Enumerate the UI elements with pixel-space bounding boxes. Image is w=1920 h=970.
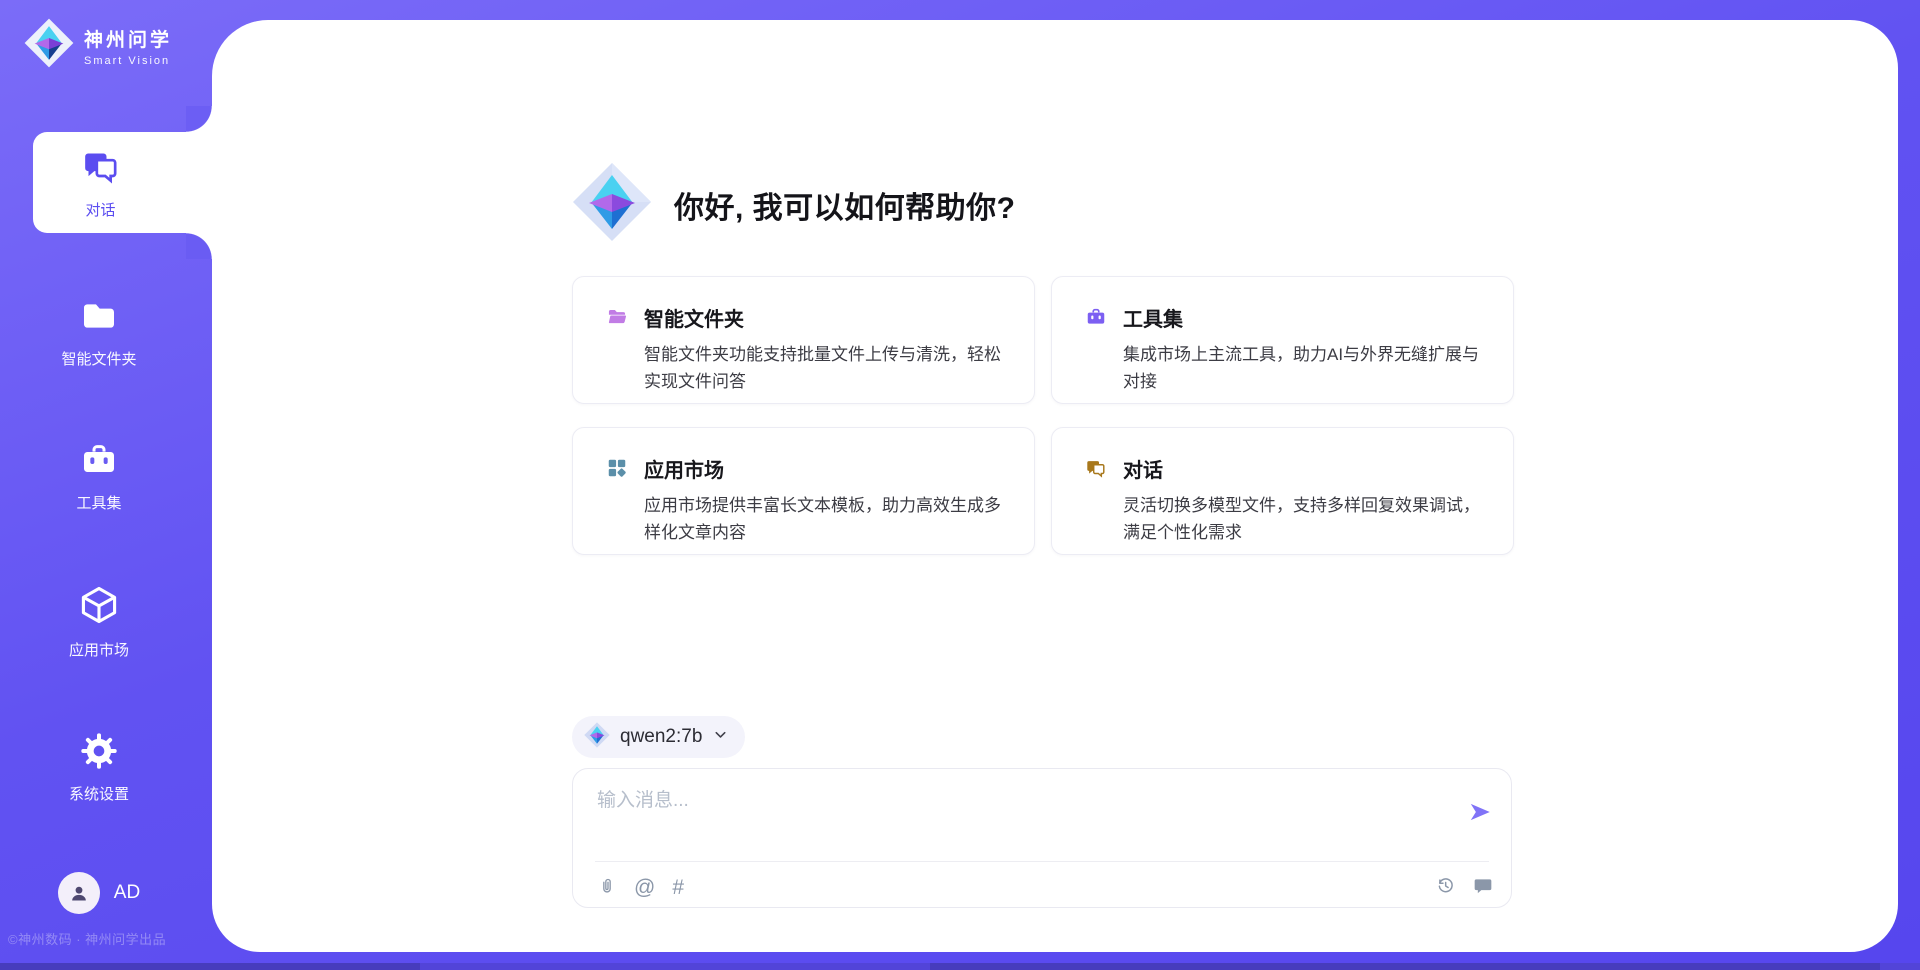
topic-button[interactable]: # [672,877,684,898]
scrollbar-thumb[interactable] [0,963,420,970]
brand-diamond-icon [24,18,74,73]
card-smart-folder[interactable]: 智能文件夹 智能文件夹功能支持批量文件上传与清洗，轻松实现文件问答 [572,276,1035,404]
folder-open-icon [606,306,628,328]
app-grid-icon [606,457,628,479]
greeting-title: 你好, 我可以如何帮助你? [674,183,1016,227]
model-logo-icon [584,722,610,753]
greeting: 你好, 我可以如何帮助你? [572,162,1016,247]
brand-subtitle: Smart Vision [84,55,172,67]
card-description: 灵活切换多模型文件，支持多样回复效果调试，满足个性化需求 [1123,492,1493,546]
user-account[interactable]: AD [0,872,212,914]
card-title: 对话 [1123,454,1163,483]
sidebar-item-app-market[interactable]: 应用市场 [0,583,212,660]
scrollbar-thumb[interactable] [930,963,1880,970]
history-button[interactable] [1435,875,1456,899]
at-icon: @ [634,877,655,898]
briefcase-icon [1085,306,1107,328]
briefcase-icon [79,440,119,485]
paperclip-icon [597,875,617,900]
composer-divider [595,861,1489,862]
brand-name: 神州问学 [84,25,172,52]
mention-button[interactable]: @ [634,877,655,898]
send-button[interactable] [1467,799,1493,825]
chevron-down-icon [712,726,729,748]
cube-icon [77,583,121,632]
card-app-market[interactable]: 应用市场 应用市场提供丰富长文本模板，助力高效生成多样化文章内容 [572,427,1035,555]
message-composer: @ # [572,768,1512,908]
composer-toolbar: @ # [597,872,1493,902]
card-chat[interactable]: 对话 灵活切换多模型文件，支持多样回复效果调试，满足个性化需求 [1051,427,1514,555]
history-icon [1435,875,1456,899]
sidebar-item-label: 智能文件夹 [61,348,136,369]
chat-bubble-icon [1473,876,1493,899]
tab-fillet-bottom [186,233,212,259]
sidebar-item-settings[interactable]: 系统设置 [0,731,212,804]
copyright-text: ©神州数码 · 神州问学出品 [8,929,238,948]
card-title: 智能文件夹 [644,303,744,332]
user-initials: AD [114,882,140,904]
chat-bubbles-icon [81,146,121,191]
sidebar-item-toolset[interactable]: 工具集 [0,440,212,513]
card-title: 应用市场 [644,454,724,483]
sidebar-item-chat[interactable]: 对话 [33,132,212,233]
hash-icon: # [672,877,684,898]
main-panel: 你好, 我可以如何帮助你? 智能文件夹 智能文件夹功能支持批量文件上传与清洗，轻… [212,20,1898,952]
quick-chat-button[interactable] [1473,876,1493,899]
card-description: 智能文件夹功能支持批量文件上传与清洗，轻松实现文件问答 [644,341,1014,395]
card-description: 集成市场上主流工具，助力AI与外界无缝扩展与对接 [1123,341,1493,395]
folder-icon [79,296,119,341]
model-selector[interactable]: qwen2:7b [572,716,745,758]
horizontal-scrollbar[interactable] [0,963,1920,970]
card-title: 工具集 [1123,303,1183,332]
chat-bubbles-icon [1085,457,1107,479]
app-root: 你好, 我可以如何帮助你? 智能文件夹 智能文件夹功能支持批量文件上传与清洗，轻… [0,0,1920,970]
sidebar-item-smart-folder[interactable]: 智能文件夹 [0,296,212,369]
attach-file-button[interactable] [597,875,617,900]
sidebar-item-label: 应用市场 [69,639,129,660]
avatar [58,872,100,914]
tab-fillet-top [186,106,212,132]
message-input[interactable] [597,785,1417,849]
card-toolset[interactable]: 工具集 集成市场上主流工具，助力AI与外界无缝扩展与对接 [1051,276,1514,404]
shortcut-cards: 智能文件夹 智能文件夹功能支持批量文件上传与清洗，轻松实现文件问答 工具集 集成… [572,276,1514,555]
assistant-logo-icon [572,162,652,247]
sidebar-item-label: 对话 [85,199,115,220]
brand-logo: 神州问学 Smart Vision [24,18,172,73]
card-description: 应用市场提供丰富长文本模板，助力高效生成多样化文章内容 [644,492,1014,546]
model-name: qwen2:7b [620,726,702,748]
sidebar-item-label: 系统设置 [69,783,129,804]
gear-icon [79,731,119,776]
sidebar-item-label: 工具集 [76,492,121,513]
